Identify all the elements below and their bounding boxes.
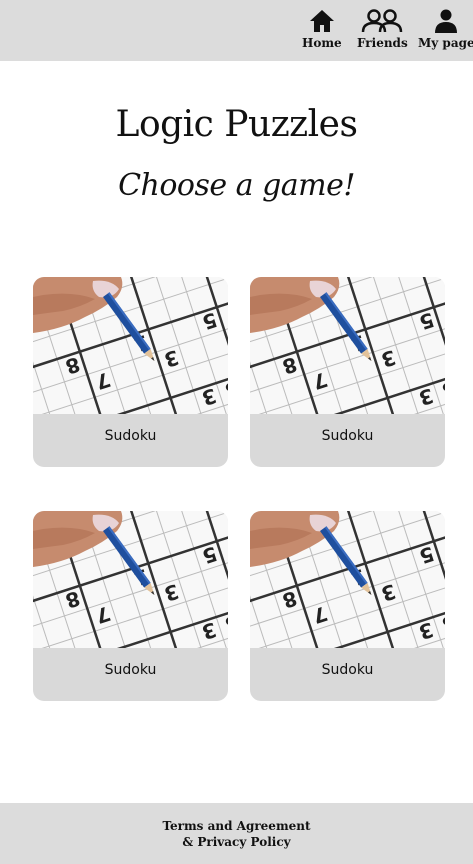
game-card-label: Sudoku xyxy=(321,428,374,444)
footer-bar: Terms and Agreement & Privacy Policy xyxy=(0,803,473,864)
nav-my-page[interactable]: My page xyxy=(418,8,473,50)
privacy-line: & Privacy Policy xyxy=(182,835,291,849)
game-card-sudoku[interactable]: Sudoku xyxy=(33,277,228,467)
page-subtitle: Choose a game! xyxy=(118,168,355,203)
top-nav-bar: Home Friends My page xyxy=(0,0,473,61)
game-card-label: Sudoku xyxy=(321,662,374,678)
home-icon xyxy=(309,10,334,32)
game-card-sudoku[interactable]: Sudoku xyxy=(33,511,228,701)
terms-privacy-link[interactable]: Terms and Agreement & Privacy Policy xyxy=(0,818,473,850)
sudoku-pencil-image xyxy=(33,277,228,414)
nav-home-label: Home xyxy=(302,36,342,50)
nav-home[interactable]: Home xyxy=(302,8,342,50)
sudoku-pencil-image xyxy=(250,511,445,648)
game-card-label: Sudoku xyxy=(104,428,157,444)
sudoku-pencil-image xyxy=(250,277,445,414)
friends-icon xyxy=(362,9,403,33)
page-title: Logic Puzzles xyxy=(115,104,358,145)
user-icon xyxy=(435,9,458,33)
nav-friends[interactable]: Friends xyxy=(357,8,408,50)
terms-line: Terms and Agreement xyxy=(162,819,311,833)
nav-friends-label: Friends xyxy=(357,36,408,50)
game-card-sudoku[interactable]: Sudoku xyxy=(250,277,445,467)
nav-my-page-label: My page xyxy=(418,36,473,50)
game-card-label: Sudoku xyxy=(104,662,157,678)
game-card-sudoku[interactable]: Sudoku xyxy=(250,511,445,701)
sudoku-pencil-image xyxy=(33,511,228,648)
